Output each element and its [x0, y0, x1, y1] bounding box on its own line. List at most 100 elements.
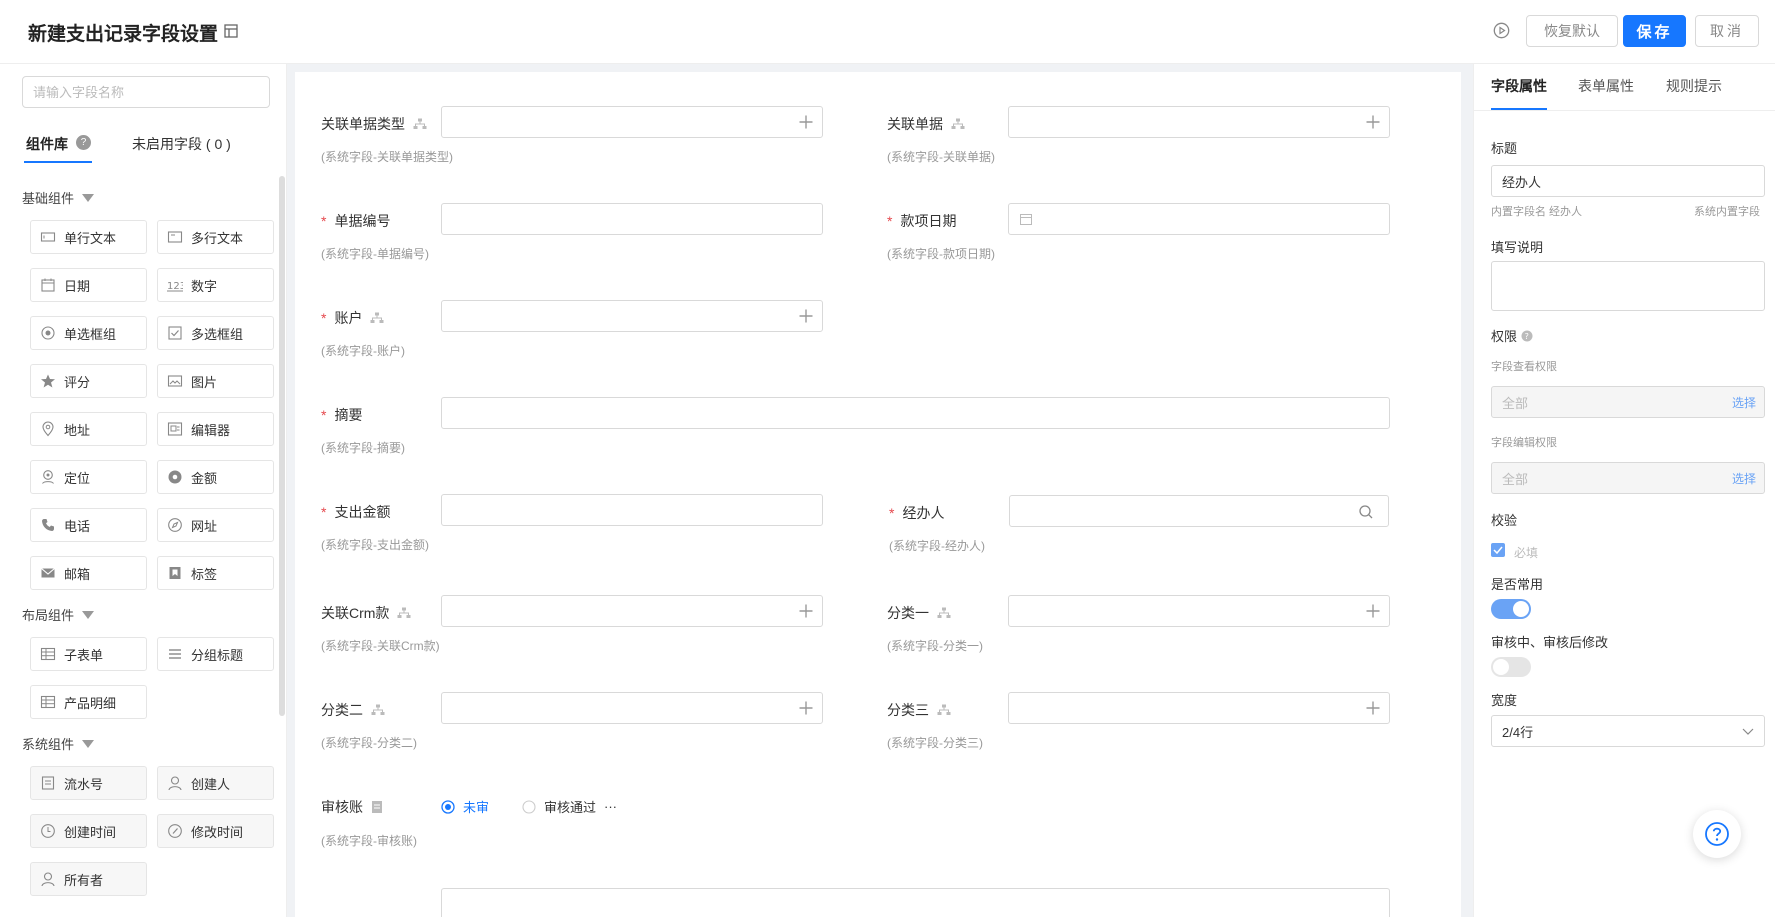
field-input[interactable] [441, 203, 823, 235]
comp-single-text[interactable]: 单行文本 [30, 220, 147, 254]
comp-group-title[interactable]: 分组标题 [157, 637, 274, 671]
title-label: 标题 [1491, 141, 1518, 156]
calendar-icon[interactable] [1019, 212, 1033, 226]
field-note: (系统字段-款项日期) [887, 247, 995, 261]
tab-rule-hints[interactable]: 规则提示 [1666, 76, 1722, 96]
plus-icon[interactable] [1365, 114, 1381, 130]
tab-field-properties[interactable]: 字段属性 [1491, 76, 1547, 96]
plus-icon[interactable] [798, 700, 814, 716]
field-input[interactable] [1008, 595, 1390, 627]
comp-editor[interactable]: 编辑器 [157, 412, 274, 446]
comp-positioning[interactable]: 定位 [30, 460, 147, 494]
handler-input[interactable] [1009, 495, 1389, 527]
plus-icon[interactable] [798, 308, 814, 324]
org-chart-icon [937, 704, 951, 716]
field-input[interactable] [441, 397, 1390, 429]
radio-audit-passed[interactable]: 审核通过 ··· [522, 797, 617, 816]
field-label: * 账户 [321, 308, 384, 328]
restore-default-button[interactable]: 恢复默认 [1526, 15, 1618, 47]
edit-permission-select[interactable]: 全部 选择 [1491, 462, 1765, 494]
image-icon [167, 373, 183, 389]
plus-icon[interactable] [798, 114, 814, 130]
org-chart-icon [951, 118, 965, 130]
field-search-input[interactable] [22, 76, 270, 108]
search-icon[interactable] [1358, 504, 1374, 520]
comp-rating[interactable]: 评分 [30, 364, 147, 398]
comp-radio-group[interactable]: 单选框组 [30, 316, 147, 350]
comp-date[interactable]: 日期 [30, 268, 147, 302]
comp-tag[interactable]: 标签 [157, 556, 274, 590]
comp-modify-time[interactable]: 修改时间 [157, 814, 274, 848]
field-label: * 摘要 [321, 407, 363, 423]
field-input[interactable] [1008, 106, 1390, 138]
floating-help-button[interactable] [1693, 810, 1741, 858]
comp-amount[interactable]: 金额 [157, 460, 274, 494]
comp-image[interactable]: 图片 [157, 364, 274, 398]
radio-unaudited[interactable]: 未审 [441, 797, 489, 816]
svg-text:123: 123 [167, 281, 183, 292]
plus-icon[interactable] [1365, 603, 1381, 619]
help-icon[interactable]: ? [1521, 330, 1533, 342]
choose-link[interactable]: 选择 [1732, 470, 1756, 487]
plus-icon[interactable] [798, 603, 814, 619]
description-textarea[interactable] [1491, 261, 1765, 311]
field-input[interactable] [1008, 203, 1390, 235]
comp-checkbox-group[interactable]: 多选框组 [157, 316, 274, 350]
plus-icon[interactable] [1365, 700, 1381, 716]
properties-panel: 字段属性 表单属性 规则提示 标题 经办人 内置字段名 经办人 系统内置字段 填… [1473, 64, 1775, 917]
preview-icon[interactable] [1493, 22, 1510, 39]
required-mark: * [321, 213, 327, 229]
field-input-partial[interactable] [441, 888, 1390, 917]
tab-component-library[interactable]: 组件库 [26, 134, 68, 154]
sidebar-scrollbar[interactable] [279, 176, 285, 716]
more-options-icon[interactable]: ··· [604, 799, 617, 814]
field-label: 分类一 [887, 603, 951, 623]
required-checkbox[interactable] [1491, 543, 1505, 557]
tab-disabled-fields[interactable]: 未启用字段 ( 0 ) [132, 134, 231, 154]
field-label: 分类二 [321, 700, 385, 720]
modify-toggle[interactable] [1491, 657, 1531, 677]
save-button[interactable]: 保存 [1623, 15, 1686, 47]
comp-create-time[interactable]: 创建时间 [30, 814, 147, 848]
view-permission-select[interactable]: 全部 选择 [1491, 386, 1765, 418]
field-input[interactable] [441, 106, 823, 138]
group-layout[interactable]: 布局组件 [22, 605, 95, 624]
field-input[interactable] [441, 692, 823, 724]
cancel-button[interactable]: 取消 [1695, 15, 1759, 47]
field-input[interactable] [441, 494, 823, 526]
field-note: (系统字段-关联单据类型) [321, 150, 453, 164]
builtin-field-name: 内置字段名 经办人 [1491, 206, 1583, 218]
comp-owner[interactable]: 所有者 [30, 862, 147, 896]
choose-link[interactable]: 选择 [1732, 394, 1756, 411]
comp-subform[interactable]: 子表单 [30, 637, 147, 671]
comp-serial-number[interactable]: 流水号 [30, 766, 147, 800]
comp-multi-text[interactable]: 多行文本 [157, 220, 274, 254]
field-note: (系统字段-分类一) [887, 639, 983, 653]
location-pin-icon [40, 421, 56, 437]
multi-text-icon [167, 229, 183, 245]
comp-address[interactable]: 地址 [30, 412, 147, 446]
comp-product-detail[interactable]: 产品明细 [30, 685, 147, 719]
comp-email[interactable]: 邮箱 [30, 556, 147, 590]
comp-creator[interactable]: 创建人 [157, 766, 274, 800]
required-mark: * [321, 407, 327, 423]
radio-icon [40, 325, 56, 341]
field-input[interactable] [441, 300, 823, 332]
comp-phone[interactable]: 电话 [30, 508, 147, 542]
component-sidebar: 组件库 ? 未启用字段 ( 0 ) 基础组件 单行文本 多行文本 日期 123数… [0, 64, 287, 917]
comp-number[interactable]: 123数字 [157, 268, 274, 302]
field-input[interactable] [441, 595, 823, 627]
comp-website[interactable]: 网址 [157, 508, 274, 542]
group-system[interactable]: 系统组件 [22, 734, 95, 753]
title-input[interactable]: 经办人 [1491, 165, 1765, 197]
layout-icon[interactable] [224, 24, 238, 38]
field-label: 审核账 [321, 797, 383, 817]
org-chart-icon [397, 607, 411, 619]
width-select[interactable]: 2/4行 [1491, 715, 1765, 747]
common-toggle[interactable] [1491, 599, 1531, 619]
help-icon[interactable]: ? [76, 135, 91, 150]
user-icon [167, 775, 183, 791]
group-basic[interactable]: 基础组件 [22, 188, 95, 207]
field-input[interactable] [1008, 692, 1390, 724]
tab-form-properties[interactable]: 表单属性 [1578, 76, 1634, 96]
